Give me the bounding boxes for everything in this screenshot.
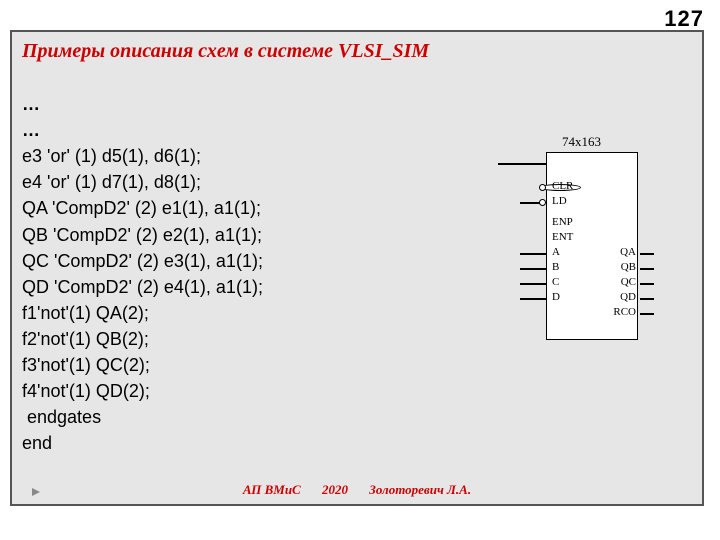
chip-diagram: 74x163 CLR LD ENP [492,150,652,350]
code-line: QD 'CompD2' (2) e4(1), a1(1); [22,277,263,297]
code-line: … [22,94,40,114]
code-line: QA 'CompD2' (2) e1(1), a1(1); [22,198,261,218]
wire-icon [520,283,546,285]
slide-title: Примеры описания схем в системе VLSI_SIM [22,40,692,63]
wire-icon [640,313,654,315]
footer-author: Золоторевич Л.А. [369,482,471,497]
slide-body: Примеры описания схем в системе VLSI_SIM… [10,30,704,506]
code-line: f3'not'(1) QC(2); [22,355,150,375]
code-line: f2'not'(1) QB(2); [22,329,149,349]
page-number: 127 [664,6,704,32]
wire-icon [520,268,546,270]
wire-icon [498,163,546,165]
pin-label: D [552,291,560,303]
code-line: f4'not'(1) QD(2); [22,381,150,401]
chip-part-number: 74x163 [562,134,601,150]
inverter-bubble-icon [539,199,546,206]
pin-label: QC [621,276,636,288]
pin-label: QA [620,246,636,258]
pin-label: CLR [552,180,573,192]
pin-label: B [552,261,559,273]
code-line: endgates [22,407,101,427]
footer-year: 2020 [322,482,348,497]
pin-label: C [552,276,559,288]
code-line: e3 'or' (1) d5(1), d6(1); [22,146,201,166]
code-line: e4 'or' (1) d7(1), d8(1); [22,172,201,192]
pin-label: ENT [552,231,573,243]
slide-footer: АП ВМиС 2020 Золоторевич Л.А. [12,482,702,498]
code-line: … [22,120,40,140]
pin-label: QB [621,261,636,273]
inverter-bubble-icon [539,184,546,191]
wire-icon [520,298,546,300]
wire-icon [520,202,540,204]
wire-icon [640,283,654,285]
pin-label: LD [552,195,567,207]
footer-course: АП ВМиС [243,482,301,497]
wire-icon [640,253,654,255]
wire-icon [640,298,654,300]
pin-label: QD [620,291,636,303]
pin-label: ENP [552,216,573,228]
pin-label: A [552,246,560,258]
wire-icon [640,268,654,270]
wire-icon [520,253,546,255]
pin-label: RCO [613,306,636,318]
code-line: QC 'CompD2' (2) e3(1), a1(1); [22,251,263,271]
code-line: end [22,433,52,453]
code-line: f1'not'(1) QA(2); [22,303,149,323]
code-line: QB 'CompD2' (2) e2(1), a1(1); [22,225,262,245]
